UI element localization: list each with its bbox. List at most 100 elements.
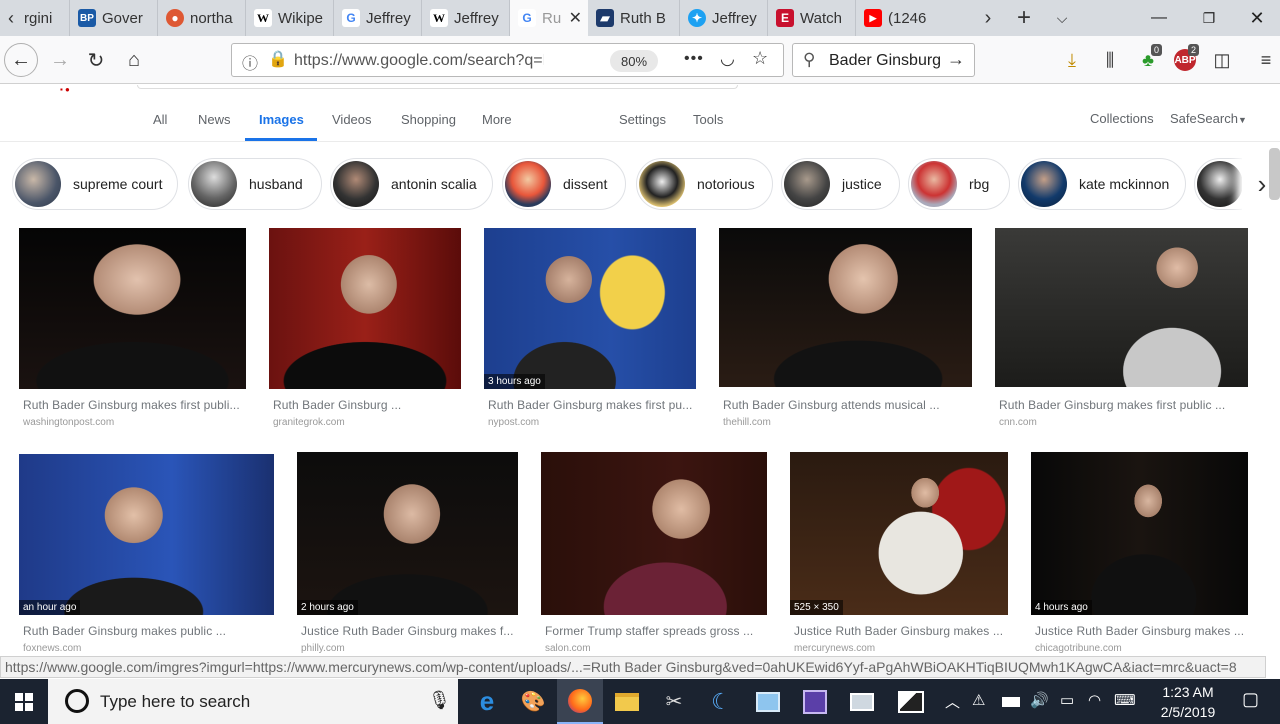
home-button[interactable]: ⌂	[118, 44, 150, 76]
result-title[interactable]: Ruth Bader Ginsburg makes first public .…	[999, 398, 1225, 412]
tab-1[interactable]: ‹ rgini	[0, 0, 70, 36]
result-thumbnail[interactable]	[995, 228, 1248, 387]
tab-6[interactable]: W Jeffrey	[422, 0, 510, 36]
result-thumbnail[interactable]	[269, 228, 461, 389]
back-button[interactable]: ←	[4, 43, 38, 77]
result-title[interactable]: Ruth Bader Ginsburg makes public ...	[23, 624, 226, 638]
result-title[interactable]: Justice Ruth Bader Ginsburg makes ...	[794, 624, 1003, 638]
nav-all[interactable]: All	[153, 112, 167, 127]
battery-icon[interactable]: ▭	[1060, 691, 1074, 709]
chip-kate-mckinnon[interactable]: kate mckinnon	[1018, 158, 1186, 210]
forward-button[interactable]: →	[44, 44, 76, 76]
downloads-icon[interactable]: ⤓	[1060, 48, 1084, 72]
result-thumbnail[interactable]	[541, 452, 767, 615]
library-icon[interactable]: ⫼	[1098, 48, 1122, 72]
battery-status-icon[interactable]	[1002, 697, 1020, 707]
minimize-icon[interactable]: —	[1134, 0, 1184, 36]
taskbar-image-app[interactable]	[888, 679, 934, 724]
result-thumbnail[interactable]: 2 hours ago	[297, 452, 518, 615]
chevron-down-icon[interactable]: ⌵	[1048, 0, 1076, 36]
nav-shopping[interactable]: Shopping	[401, 112, 456, 127]
tab-title: Watch	[800, 9, 842, 27]
restore-icon[interactable]: ❐	[1184, 0, 1234, 36]
result-thumbnail[interactable]	[719, 228, 972, 387]
tab-active[interactable]: G Ru ✕	[510, 0, 588, 36]
taskbar-snipping[interactable]: ✂	[651, 679, 697, 724]
chip-justice[interactable]: justice	[781, 158, 900, 210]
result-title[interactable]: Justice Ruth Bader Ginsburg makes ...	[1035, 624, 1244, 638]
chip-rbg[interactable]: rbg	[908, 158, 1010, 210]
microphone-icon[interactable]: 🎙	[428, 690, 451, 711]
network-warning-icon[interactable]: ⚠	[972, 691, 985, 709]
result-title[interactable]: Ruth Bader Ginsburg makes first publi...	[23, 398, 240, 412]
collections-link[interactable]: Collections	[1090, 111, 1154, 126]
result-thumbnail[interactable]	[19, 228, 246, 389]
search-box[interactable]: ⚲ Bader Ginsburg →	[792, 43, 975, 77]
windows-taskbar: Type here to search 🎙 e 🎨 ✂ ☾ ︿ ⚠ 🔊 ▭ ◠ …	[0, 679, 1280, 724]
taskbar-file-explorer[interactable]	[604, 679, 650, 724]
url-text[interactable]: https://www.google.com/search?q=Ru	[294, 52, 544, 70]
tab-9[interactable]: ✦ Jeffrey	[680, 0, 768, 36]
chevron-left-icon[interactable]: ‹	[8, 8, 14, 29]
taskbar-paint[interactable]: 🎨	[510, 679, 556, 724]
taskbar-clock[interactable]: 1:23 AM 2/5/2019	[1148, 682, 1228, 722]
result-thumbnail[interactable]: 525 × 350	[790, 452, 1008, 615]
tools-link[interactable]: Tools	[693, 112, 723, 127]
notifications-icon[interactable]: ▢	[1242, 689, 1259, 710]
tab-8[interactable]: ▰ Ruth B	[588, 0, 680, 36]
start-button[interactable]	[0, 679, 48, 724]
taskbar-firefox[interactable]	[557, 679, 603, 724]
tab-3[interactable]: ● northa	[158, 0, 246, 36]
result-title[interactable]: Ruth Bader Ginsburg ...	[273, 398, 401, 412]
info-icon[interactable]: ⓘ	[242, 50, 258, 74]
url-bar[interactable]: ⓘ 🔒 https://www.google.com/search?q=Ru 8…	[231, 43, 784, 77]
page-actions-icon[interactable]: •••	[684, 50, 704, 68]
tab-10[interactable]: E Watch	[768, 0, 856, 36]
tab-5[interactable]: G Jeffrey	[334, 0, 422, 36]
safesearch-link[interactable]: SafeSearch▼	[1170, 111, 1247, 126]
chip-supreme-court[interactable]: supreme court	[12, 158, 178, 210]
taskbar-moon-app[interactable]: ☾	[698, 679, 744, 724]
chip-dissent[interactable]: dissent	[502, 158, 626, 210]
nav-news[interactable]: News	[198, 112, 231, 127]
volume-icon[interactable]: 🔊	[1030, 691, 1049, 709]
wifi-icon[interactable]: ◠	[1088, 691, 1101, 709]
taskbar-monitor-app[interactable]	[839, 679, 885, 724]
tab-11[interactable]: ▶ (1246	[856, 0, 944, 36]
tray-expand-icon[interactable]: ︿	[945, 691, 960, 712]
keyboard-icon[interactable]: ⌨	[1114, 691, 1136, 709]
pocket-icon[interactable]: ◡	[720, 49, 735, 69]
taskbar-photos[interactable]	[745, 679, 791, 724]
hamburger-menu-icon[interactable]: ≡	[1254, 48, 1278, 72]
taskbar-search[interactable]: Type here to search 🎙	[48, 679, 458, 724]
result-title[interactable]: Justice Ruth Bader Ginsburg makes f...	[301, 624, 514, 638]
result-title[interactable]: Former Trump staffer spreads gross ...	[545, 624, 753, 638]
result-title[interactable]: Ruth Bader Ginsburg makes first pu...	[488, 398, 692, 412]
tab-4[interactable]: W Wikipe	[246, 0, 334, 36]
new-tab-icon[interactable]: +	[1010, 0, 1038, 36]
chip-antonin-scalia[interactable]: antonin scalia	[330, 158, 493, 210]
tab-2[interactable]: BP Gover	[70, 0, 158, 36]
search-query[interactable]: Bader Ginsburg	[829, 52, 941, 70]
result-title[interactable]: Ruth Bader Ginsburg attends musical ...	[723, 398, 940, 412]
chip-husband[interactable]: husband	[188, 158, 322, 210]
sidebar-icon[interactable]: ◫	[1210, 48, 1234, 72]
nav-images[interactable]: Images	[259, 112, 304, 127]
scrollbar-thumb[interactable]	[1269, 148, 1280, 200]
nav-more[interactable]: More	[482, 112, 512, 127]
search-go-icon[interactable]: →	[947, 49, 965, 70]
close-tab-icon[interactable]: ✕	[569, 8, 582, 28]
nav-videos[interactable]: Videos	[332, 112, 372, 127]
close-window-icon[interactable]: ✕	[1232, 0, 1280, 36]
zoom-indicator[interactable]: 80%	[610, 50, 658, 72]
result-thumbnail[interactable]: 4 hours ago	[1031, 452, 1248, 615]
taskbar-edge[interactable]: e	[464, 679, 510, 724]
scroll-tabs-right-icon[interactable]: ›	[975, 0, 1001, 36]
taskbar-chip-app[interactable]	[792, 679, 838, 724]
reload-button[interactable]: ↻	[80, 44, 112, 76]
result-thumbnail[interactable]: 3 hours ago	[484, 228, 696, 389]
result-thumbnail[interactable]: an hour ago	[19, 454, 274, 615]
chip-notorious[interactable]: notorious	[636, 158, 773, 210]
settings-link[interactable]: Settings	[619, 112, 666, 127]
bookmark-star-icon[interactable]: ☆	[752, 48, 768, 69]
